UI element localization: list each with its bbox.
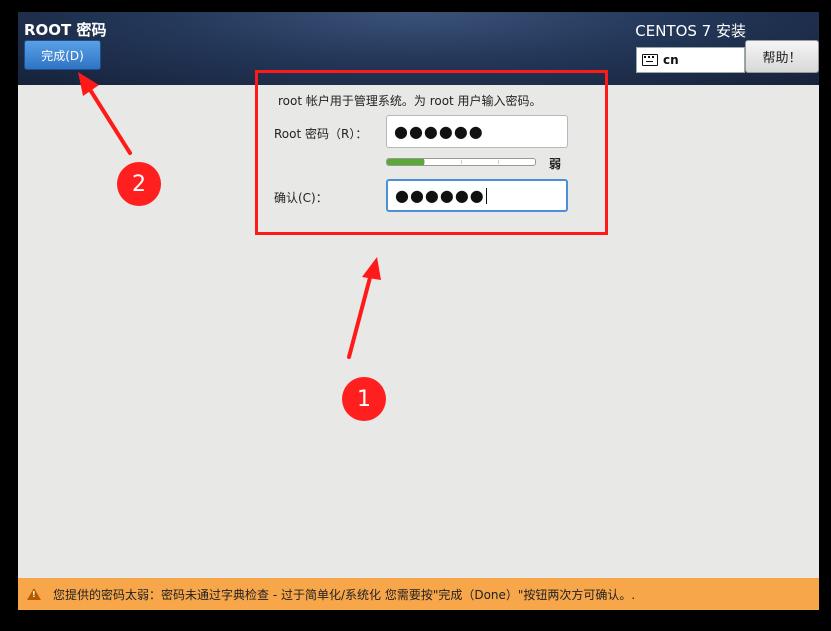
annotation-arrow-2 [78, 72, 132, 155]
annotation-arrows [78, 72, 381, 359]
annotation-arrow-1 [347, 257, 381, 359]
